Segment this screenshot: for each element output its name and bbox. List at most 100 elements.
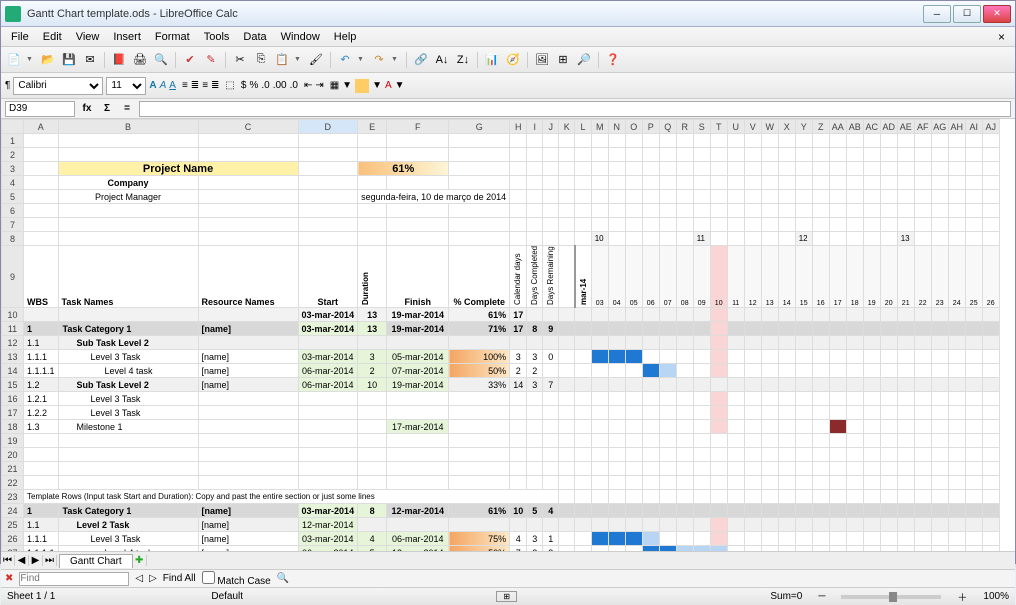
cell[interactable] bbox=[625, 392, 642, 406]
cell[interactable]: 22 bbox=[914, 246, 931, 308]
cell[interactable] bbox=[795, 434, 812, 448]
cell[interactable] bbox=[608, 364, 625, 378]
row-header[interactable]: 23 bbox=[2, 490, 24, 504]
cell[interactable] bbox=[948, 462, 965, 476]
cell[interactable] bbox=[897, 148, 914, 162]
cell[interactable] bbox=[761, 462, 778, 476]
cell[interactable] bbox=[24, 162, 59, 176]
cell[interactable] bbox=[659, 406, 676, 420]
cell[interactable] bbox=[829, 232, 846, 246]
cell[interactable] bbox=[846, 462, 863, 476]
cell[interactable] bbox=[24, 204, 59, 218]
cell[interactable] bbox=[761, 134, 778, 148]
cell[interactable] bbox=[625, 434, 642, 448]
row-header[interactable]: 22 bbox=[2, 476, 24, 490]
cell[interactable] bbox=[543, 134, 559, 148]
cell[interactable] bbox=[543, 336, 559, 350]
cell[interactable] bbox=[591, 546, 608, 552]
cell[interactable]: 19 bbox=[863, 246, 880, 308]
cell[interactable] bbox=[358, 134, 387, 148]
cell[interactable]: 04 bbox=[608, 246, 625, 308]
borders-icon[interactable]: ▦ bbox=[330, 80, 339, 91]
cell[interactable] bbox=[659, 378, 676, 392]
cell[interactable]: Level 4 task bbox=[58, 364, 198, 378]
cut-icon[interactable]: ✂ bbox=[231, 51, 249, 69]
cell[interactable] bbox=[625, 532, 642, 546]
cell[interactable] bbox=[795, 336, 812, 350]
cell[interactable] bbox=[846, 176, 863, 190]
cell[interactable] bbox=[948, 420, 965, 434]
cell[interactable] bbox=[812, 134, 829, 148]
cell[interactable] bbox=[676, 204, 693, 218]
cell[interactable] bbox=[914, 336, 931, 350]
cell[interactable]: [name] bbox=[198, 350, 298, 364]
cell[interactable] bbox=[727, 322, 744, 336]
cell[interactable]: 18 bbox=[846, 246, 863, 308]
cell[interactable] bbox=[559, 322, 575, 336]
cell[interactable] bbox=[880, 406, 897, 420]
cell[interactable]: 06-mar-2014 bbox=[298, 378, 358, 392]
cell[interactable] bbox=[982, 420, 999, 434]
help-icon[interactable]: ❓ bbox=[604, 51, 622, 69]
cell[interactable] bbox=[625, 176, 642, 190]
find-prev-icon[interactable]: ◁ bbox=[135, 573, 143, 584]
cell[interactable] bbox=[710, 134, 727, 148]
cell[interactable] bbox=[642, 490, 659, 504]
cell[interactable] bbox=[914, 134, 931, 148]
cell[interactable] bbox=[931, 532, 948, 546]
cell[interactable] bbox=[846, 204, 863, 218]
cell[interactable] bbox=[897, 336, 914, 350]
cell[interactable]: 06-mar-2014 bbox=[298, 364, 358, 378]
cell[interactable] bbox=[591, 190, 608, 204]
cell[interactable] bbox=[965, 420, 982, 434]
row-header[interactable]: 16 bbox=[2, 392, 24, 406]
cell[interactable] bbox=[710, 532, 727, 546]
cell[interactable]: 13 bbox=[761, 246, 778, 308]
cell[interactable] bbox=[387, 462, 449, 476]
cell[interactable] bbox=[812, 190, 829, 204]
cell[interactable]: 1 bbox=[543, 532, 559, 546]
cell[interactable] bbox=[931, 218, 948, 232]
cell[interactable] bbox=[198, 406, 298, 420]
cell[interactable] bbox=[575, 518, 592, 532]
cell[interactable] bbox=[761, 148, 778, 162]
cell[interactable] bbox=[795, 350, 812, 364]
row-header[interactable]: 20 bbox=[2, 448, 24, 462]
cell[interactable] bbox=[778, 190, 795, 204]
cell[interactable] bbox=[863, 518, 880, 532]
cell[interactable] bbox=[965, 546, 982, 552]
cell[interactable] bbox=[982, 476, 999, 490]
cell[interactable] bbox=[880, 218, 897, 232]
borders-dropdown[interactable]: ▼ bbox=[342, 80, 352, 91]
col-header-J[interactable]: J bbox=[543, 120, 559, 134]
cell[interactable] bbox=[625, 490, 642, 504]
cell[interactable]: WBS bbox=[24, 246, 59, 308]
cell[interactable] bbox=[727, 148, 744, 162]
cell[interactable] bbox=[931, 378, 948, 392]
cell[interactable] bbox=[198, 204, 298, 218]
cell[interactable]: 0 bbox=[543, 350, 559, 364]
cell[interactable]: 1.1 bbox=[24, 336, 59, 350]
cell[interactable] bbox=[559, 392, 575, 406]
cell[interactable] bbox=[198, 134, 298, 148]
cell[interactable]: Level 3 Task bbox=[58, 392, 198, 406]
cell[interactable] bbox=[676, 148, 693, 162]
col-header-AC[interactable]: AC bbox=[863, 120, 880, 134]
cell[interactable] bbox=[846, 434, 863, 448]
cell[interactable] bbox=[625, 162, 642, 176]
row-header[interactable]: 26 bbox=[2, 532, 24, 546]
col-header-R[interactable]: R bbox=[676, 120, 693, 134]
cell[interactable] bbox=[812, 490, 829, 504]
cell[interactable] bbox=[625, 476, 642, 490]
cell[interactable] bbox=[829, 308, 846, 322]
cell[interactable] bbox=[198, 148, 298, 162]
cell[interactable] bbox=[812, 148, 829, 162]
cell[interactable] bbox=[727, 190, 744, 204]
cell[interactable] bbox=[863, 336, 880, 350]
cell[interactable] bbox=[510, 190, 527, 204]
cell[interactable] bbox=[948, 532, 965, 546]
col-header-B[interactable]: B bbox=[58, 120, 198, 134]
cell[interactable] bbox=[829, 532, 846, 546]
cell[interactable] bbox=[880, 162, 897, 176]
cell[interactable] bbox=[358, 336, 387, 350]
